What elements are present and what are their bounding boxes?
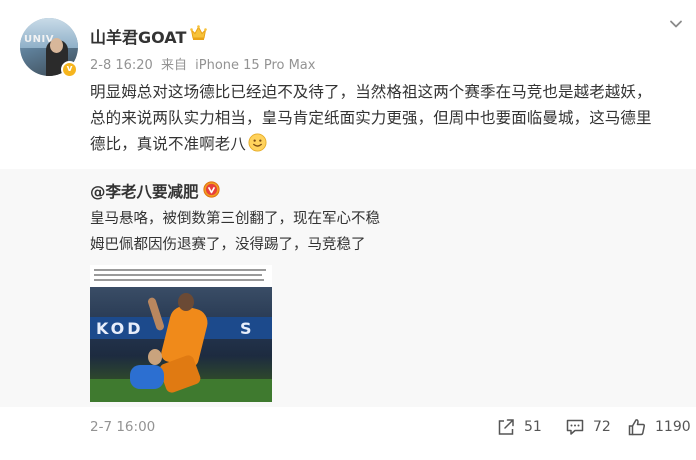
post-body: 明显姆总对这场德比已经迫不及待了，当然格祖这两个赛季在马竞也是越老越妖， 总的来… <box>90 79 686 157</box>
weibo-post: UNIV v 山羊君GOAT 2-8 16:20 来自 iPhone 15 Pr… <box>0 0 696 460</box>
image-board-text: KOD <box>96 319 144 338</box>
image-player-head <box>178 293 194 311</box>
repost-author[interactable]: @李老八要减肥 <box>90 180 199 202</box>
device-source: iPhone 15 Pro Max <box>195 58 316 73</box>
red-v-icon <box>203 181 220 198</box>
thumbs-up-icon <box>628 419 645 436</box>
image-scene: KOD S <box>90 287 272 402</box>
source-prefix: 来自 <box>160 58 187 73</box>
image-caption-strip <box>90 265 272 287</box>
comment-icon <box>566 419 584 435</box>
image-board-text-2: S <box>240 319 255 338</box>
username[interactable]: 山羊君GOAT <box>90 24 186 48</box>
smile-emoji-icon <box>248 133 267 152</box>
crown-icon <box>190 25 207 40</box>
share-count: 51 <box>524 419 542 435</box>
post-text-line-3-text: 德比，真说不准啊老八 <box>90 135 247 153</box>
chevron-down-icon[interactable] <box>668 16 684 32</box>
post-text-line-1: 明显姆总对这场德比已经迫不及待了，当然格祖这两个赛季在马竞也是越老越妖， <box>90 83 652 101</box>
avatar-face <box>50 38 63 53</box>
post-text-line-2: 总的来说两队实力相当，皇马肯定纸面实力更强，但周中也要面临曼城，这马德里 <box>90 109 652 127</box>
image-player-blue <box>130 365 164 389</box>
post-date[interactable]: 2-8 16:20 <box>90 58 153 73</box>
repost-timestamp[interactable]: 2-7 16:00 <box>90 419 155 435</box>
like-count: 1190 <box>655 419 691 435</box>
post-text-line-3: 德比，真说不准啊老八 <box>90 131 686 157</box>
share-icon <box>498 419 514 435</box>
repost-text-line-1: 皇马悬咯，被倒数第三创翻了，现在军心不稳 <box>90 211 380 227</box>
comment-count: 72 <box>593 419 611 435</box>
image-player-blue-head <box>148 349 162 365</box>
verified-badge-icon: v <box>61 61 78 78</box>
repost-image[interactable]: KOD S <box>90 265 272 402</box>
post-meta: 2-8 16:20 来自 iPhone 15 Pro Max <box>90 54 319 73</box>
repost-text-line-2: 姆巴佩都因伤退赛了，没得踢了，马竞稳了 <box>90 237 366 253</box>
repost-card[interactable]: @李老八要减肥 皇马悬咯，被倒数第三创翻了，现在军心不稳 姆巴佩都因伤退赛了，没… <box>0 169 696 407</box>
